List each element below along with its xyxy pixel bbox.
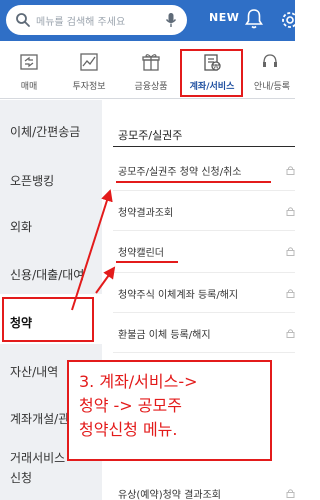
mic-icon[interactable]	[165, 12, 177, 28]
lock-icon	[286, 166, 295, 175]
tab-label: 안내/등록	[253, 82, 291, 92]
highlight-underline-apply	[116, 181, 271, 183]
submenu-refund-transfer[interactable]: 환불금 이체 등록/해지	[118, 326, 211, 341]
submenu-divider	[113, 312, 295, 313]
support-icon	[263, 54, 277, 67]
trade-icon	[20, 54, 38, 70]
gift-icon	[142, 54, 160, 71]
search-bar[interactable]: 메뉴를 검색해 주세요	[6, 5, 187, 35]
annotation-line-3: 청약신청 메뉴.	[79, 420, 178, 439]
submenu-ipo-result[interactable]: 청약결과조회	[118, 204, 173, 219]
submenu-ipo-apply[interactable]: 공모주/실권주 청약 신청/취소	[118, 163, 242, 178]
annotation-line-1: 3. 계좌/서비스->	[79, 372, 198, 391]
left-item-foreign-currency[interactable]: 외화	[10, 218, 32, 235]
submenu-divider	[113, 272, 295, 273]
instruction-annotation: 3. 계좌/서비스-> 청약 -> 공모주 청약신청 메뉴.	[67, 360, 272, 461]
left-item-application[interactable]: 신청	[10, 469, 32, 486]
search-input[interactable]: 메뉴를 검색해 주세요	[36, 13, 125, 28]
tab-label: 투자정보	[72, 82, 106, 92]
annotation-line-2: 청약 -> 공모주	[79, 396, 182, 415]
tab-financial-products[interactable]: 금융상품	[120, 41, 182, 99]
submenu-rights-result[interactable]: 유상(예약)청약 결과조회	[118, 486, 221, 500]
left-item-credit-loan[interactable]: 신용/대출/대여	[10, 266, 84, 283]
lock-icon	[286, 207, 295, 216]
tab-label: 금융상품	[134, 82, 168, 92]
tab-trade[interactable]: 매매	[0, 41, 58, 99]
left-menu-highlight-box	[2, 297, 94, 342]
left-item-assets-history[interactable]: 자산/내역	[10, 363, 58, 380]
tab-label: 매매	[20, 82, 38, 92]
top-header: 메뉴를 검색해 주세요 NEW	[0, 0, 298, 41]
submenu-transfer-account[interactable]: 청약주식 이체계좌 등록/해지	[118, 286, 238, 301]
section-title: 공모주/실권주	[118, 129, 183, 142]
active-tab-highlight-box	[180, 49, 243, 97]
search-icon	[16, 13, 30, 27]
gear-icon[interactable]	[279, 9, 301, 31]
submenu-ipo-calendar[interactable]: 청약캘린더	[118, 244, 164, 259]
submenu-divider	[113, 230, 295, 231]
lock-icon	[286, 289, 295, 298]
chart-icon	[80, 53, 98, 71]
submenu-divider	[113, 190, 295, 191]
lock-icon	[286, 247, 295, 256]
submenu-divider	[113, 352, 295, 353]
category-tab-bar: 매매 투자정보 금융상품 ₩ 계좌/서비스 안내/등록	[0, 41, 295, 99]
left-item-transfer[interactable]: 이체/간편송금	[10, 123, 80, 140]
new-badge[interactable]: NEW	[209, 11, 239, 24]
section-divider	[113, 146, 295, 147]
left-item-open-banking[interactable]: 오픈뱅킹	[10, 172, 54, 189]
lock-icon	[286, 329, 295, 338]
tab-guide-register[interactable]: 안내/등록	[242, 41, 302, 99]
lock-icon	[286, 489, 295, 498]
bell-icon[interactable]	[244, 8, 264, 30]
tab-invest-info[interactable]: 투자정보	[58, 41, 120, 99]
highlight-underline-calendar	[116, 261, 178, 263]
left-item-trade-service[interactable]: 거래서비스	[10, 449, 65, 466]
